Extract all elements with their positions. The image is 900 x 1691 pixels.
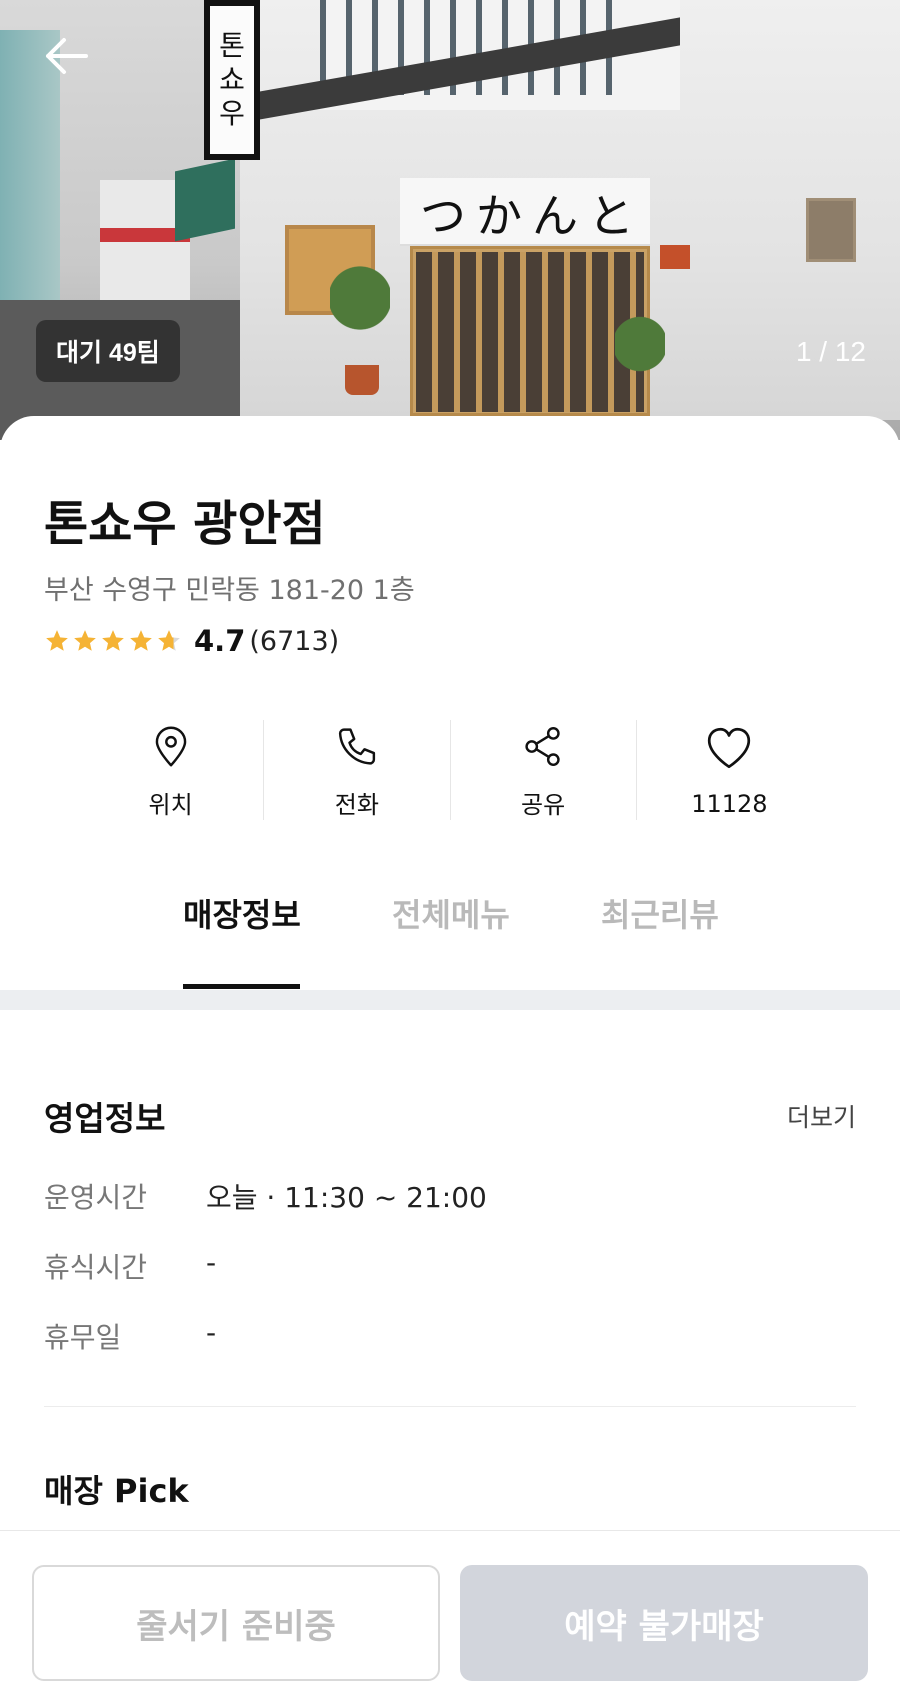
- store-detail-sheet: 톤쇼우 광안점 부산 수영구 민락동 181-20 1층 4.7 (6713) …: [0, 416, 900, 1691]
- tab-bar: 매장정보 전체메뉴 최근리뷰: [0, 890, 900, 990]
- photo-red-sign: [660, 245, 690, 269]
- photo-pot: [345, 365, 379, 395]
- holiday-row: 휴무일 -: [44, 1316, 216, 1356]
- wait-count-badge: 대기 49팀: [36, 320, 180, 382]
- hours-value: 오늘 · 11:30 ~ 21:00: [206, 1181, 487, 1214]
- active-tab-indicator: [183, 984, 300, 989]
- star-rating: [44, 628, 182, 654]
- call-label: 전화: [334, 791, 379, 819]
- photo-page-counter: 1 / 12: [795, 336, 866, 367]
- back-arrow-icon[interactable]: [40, 32, 92, 80]
- store-address: 부산 수영구 민락동 181-20 1층: [44, 575, 415, 606]
- bottom-action-bar: 줄서기 준비중 예약 불가매장: [0, 1530, 900, 1691]
- location-label: 위치: [148, 791, 193, 819]
- action-bar: 위치 전화 공유 11128: [78, 720, 822, 820]
- break-time-label: 휴식시간: [44, 1251, 148, 1284]
- star-icon: [102, 630, 124, 651]
- photo-awning: [175, 158, 235, 242]
- photo-meter-box: [806, 198, 856, 262]
- business-more-link[interactable]: 더보기: [787, 1098, 856, 1134]
- break-time-row: 휴식시간 -: [44, 1246, 216, 1286]
- star-icon: [46, 630, 68, 651]
- photo-signboard: 톤 쇼 우: [204, 0, 260, 160]
- star-half-icon: [158, 630, 180, 651]
- rating-count[interactable]: (6713): [249, 626, 339, 657]
- queue-button[interactable]: 줄서기 준비중: [32, 1565, 440, 1681]
- location-button[interactable]: 위치: [78, 720, 265, 820]
- like-button[interactable]: 11128: [637, 720, 822, 820]
- store-pick-title: 매장 Pick: [44, 1472, 189, 1510]
- tab-full-menu[interactable]: 전체메뉴: [392, 890, 510, 990]
- map-pin-icon: [155, 726, 186, 767]
- star-icon: [74, 630, 96, 651]
- share-button[interactable]: 공유: [451, 720, 637, 820]
- store-name: 톤쇼우 광안점: [44, 496, 326, 552]
- call-button[interactable]: 전화: [264, 720, 451, 820]
- business-info-title: 영업정보: [44, 1099, 166, 1138]
- rating-value: 4.7: [194, 624, 246, 658]
- rating-row: 4.7 (6713): [44, 624, 339, 658]
- photo-plant-right: [615, 300, 665, 410]
- star-icon: [130, 630, 152, 651]
- photo-doors: [416, 252, 644, 412]
- phone-icon: [338, 728, 375, 765]
- break-time-value: -: [206, 1246, 217, 1279]
- like-count: 11128: [691, 790, 768, 818]
- holiday-value: -: [206, 1316, 217, 1349]
- holiday-label: 휴무일: [44, 1321, 122, 1354]
- tab-store-info[interactable]: 매장정보: [183, 890, 301, 990]
- signboard-char: 톤: [219, 29, 245, 62]
- share-icon: [525, 727, 560, 766]
- section-divider: [0, 990, 900, 1010]
- signboard-char: 우: [219, 97, 245, 130]
- divider: [44, 1406, 856, 1407]
- reserve-button[interactable]: 예약 불가매장: [460, 1565, 868, 1681]
- photo-plant: [330, 250, 390, 370]
- hours-row: 운영시간 오늘 · 11:30 ~ 21:00: [44, 1176, 487, 1216]
- signboard-char: 쇼: [219, 63, 245, 96]
- heart-icon: [708, 727, 751, 769]
- hours-label: 운영시간: [44, 1181, 148, 1214]
- share-label: 공유: [521, 791, 566, 819]
- photo-noren-text: つかんと: [420, 189, 644, 243]
- tab-recent-reviews[interactable]: 최근리뷰: [601, 890, 719, 990]
- store-photo[interactable]: つかんと 톤 쇼 우 대기 49팀 1 / 12: [0, 0, 900, 440]
